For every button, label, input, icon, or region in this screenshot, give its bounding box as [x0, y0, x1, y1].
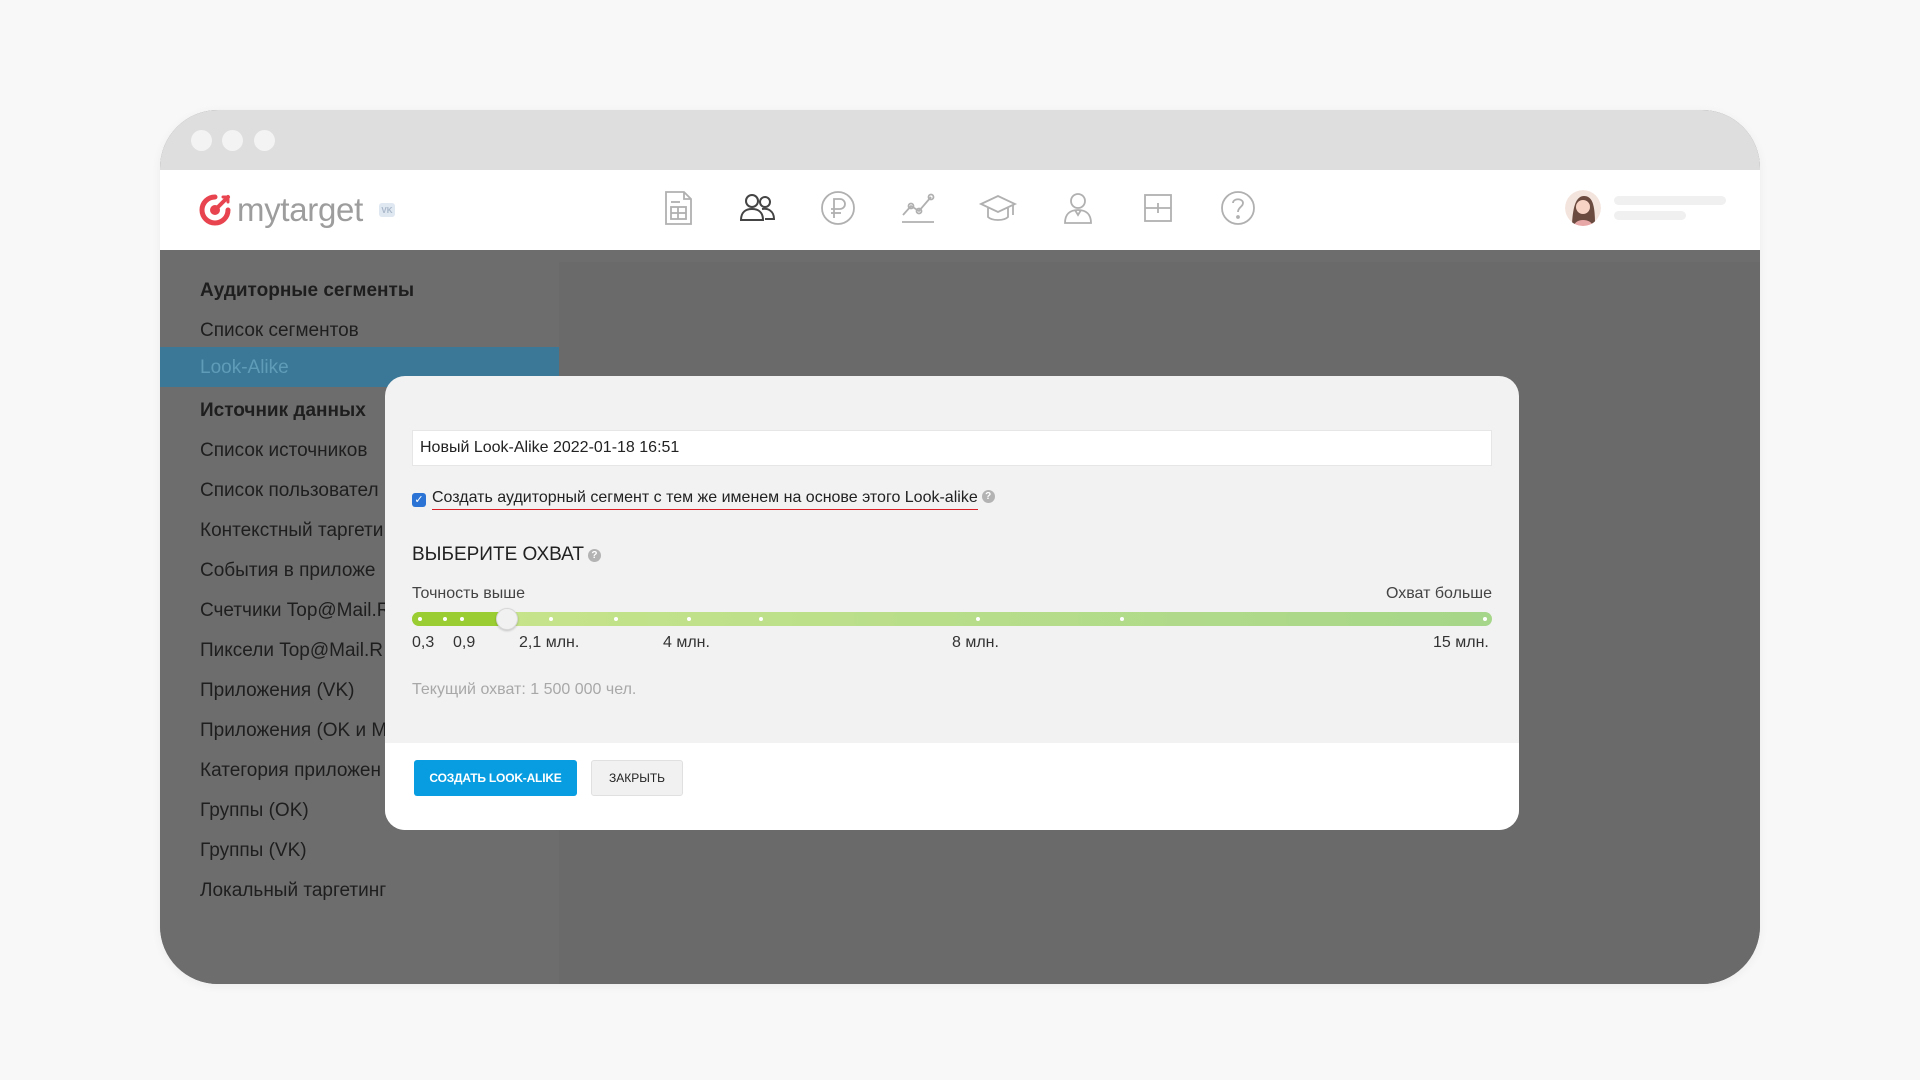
precision-label: Точность выше — [412, 585, 525, 602]
sidebar-item[interactable]: Группы (OK) — [200, 800, 309, 822]
slider-step-dot[interactable] — [1483, 617, 1487, 621]
lookalike-dialog: ✓ Создать аудиторный сегмент с тем же им… — [385, 376, 1519, 830]
lookalike-name-input[interactable] — [412, 430, 1492, 466]
sidebar-item[interactable]: События в приложе — [200, 560, 375, 582]
sidebar-item-label: Look-Alike — [200, 357, 289, 378]
window-dot-close[interactable] — [191, 130, 212, 151]
reach-slider-thumb[interactable] — [496, 608, 518, 630]
slider-tick-label: 0,9 — [453, 634, 476, 651]
slider-tick-label: 0,3 — [412, 634, 435, 651]
slider-step-dot[interactable] — [1120, 617, 1124, 621]
user-menu[interactable] — [1565, 190, 1726, 226]
create-lookalike-button[interactable]: СОЗДАТЬ LOOK-ALIKE — [414, 760, 577, 796]
reach-label: Охват больше — [1385, 585, 1492, 602]
window-dot-maximize[interactable] — [254, 130, 275, 151]
slider-tick-label: 8 млн. — [952, 634, 999, 651]
dialog-footer: СОЗДАТЬ LOOK-ALIKE ЗАКРЫТЬ — [385, 743, 1519, 830]
create-segment-option[interactable]: ✓ Создать аудиторный сегмент с тем же им… — [412, 489, 995, 510]
sidebar-section-audience-segments: Аудиторные сегменты — [200, 280, 415, 301]
sidebar-item[interactable]: Список пользовател — [200, 480, 379, 502]
main-nav — [658, 188, 1298, 236]
sidebar-item[interactable]: Список источников — [200, 440, 367, 462]
slider-step-dot[interactable] — [759, 617, 763, 621]
slider-tick-label: 2,1 млн. — [519, 634, 580, 651]
window-titlebar — [160, 110, 1760, 170]
sidebar-item[interactable]: Локальный таргетинг — [200, 880, 386, 902]
reach-section-title: ВЫБЕРИТЕ ОХВАТ ? — [412, 544, 601, 566]
slider-step-dot[interactable] — [976, 617, 980, 621]
create-segment-label[interactable]: Создать аудиторный сегмент с тем же имен… — [432, 489, 978, 510]
sidebar-item[interactable]: Счетчики Top@Mail.R — [200, 600, 391, 622]
slider-step-dot[interactable] — [614, 617, 618, 621]
help-icon[interactable]: ? — [981, 490, 995, 503]
slider-step-dot[interactable] — [549, 617, 553, 621]
billing-icon[interactable] — [818, 188, 858, 228]
user-name-placeholder — [1614, 196, 1726, 220]
close-button[interactable]: ЗАКРЫТЬ — [591, 760, 683, 796]
user-avatar[interactable] — [1565, 190, 1601, 226]
slider-step-dot[interactable] — [687, 617, 691, 621]
window-dot-minimize[interactable] — [222, 130, 243, 151]
slider-step-dot[interactable] — [443, 617, 447, 621]
education-icon[interactable] — [978, 188, 1018, 228]
tools-icon[interactable] — [1138, 188, 1178, 228]
slider-tick-label: 4 млн. — [663, 634, 710, 651]
slider-tick-label: 15 млн. — [1433, 634, 1489, 651]
campaigns-icon[interactable] — [658, 188, 698, 228]
reach-title-text: ВЫБЕРИТЕ ОХВАТ — [412, 544, 584, 565]
slider-step-dot[interactable] — [418, 617, 422, 621]
sidebar-item[interactable]: Приложения (VK) — [200, 680, 354, 702]
mytarget-logo-icon — [197, 192, 233, 228]
sidebar-section-data-sources: Источник данных — [200, 400, 366, 421]
sidebar-item[interactable]: Приложения (OK и M — [200, 720, 387, 742]
vk-badge: VK — [378, 203, 395, 217]
sidebar-item[interactable]: Пиксели Top@Mail.R — [200, 640, 383, 662]
statistics-icon[interactable] — [898, 188, 938, 228]
sidebar-item[interactable]: Группы (VK) — [200, 840, 307, 862]
sidebar-item-segments[interactable]: Список сегментов — [200, 320, 359, 342]
slider-step-dot[interactable] — [460, 617, 464, 621]
top-navigation-bar: mytarget VK — [160, 170, 1760, 250]
reach-slider-track[interactable] — [412, 608, 1492, 630]
help-icon[interactable] — [1218, 188, 1258, 228]
brand-logo[interactable]: mytarget VK — [197, 190, 395, 230]
profile-icon[interactable] — [1058, 188, 1098, 228]
help-icon[interactable]: ? — [587, 548, 601, 562]
logo-text: mytarget — [237, 191, 363, 228]
current-reach-text: Текущий охват: 1 500 000 чел. — [412, 681, 637, 698]
create-segment-checkbox[interactable]: ✓ — [412, 492, 426, 507]
sidebar-item[interactable]: Контекстный таргети — [200, 520, 383, 542]
audiences-icon[interactable] — [738, 188, 778, 228]
sidebar-item[interactable]: Категория приложен — [200, 760, 381, 782]
